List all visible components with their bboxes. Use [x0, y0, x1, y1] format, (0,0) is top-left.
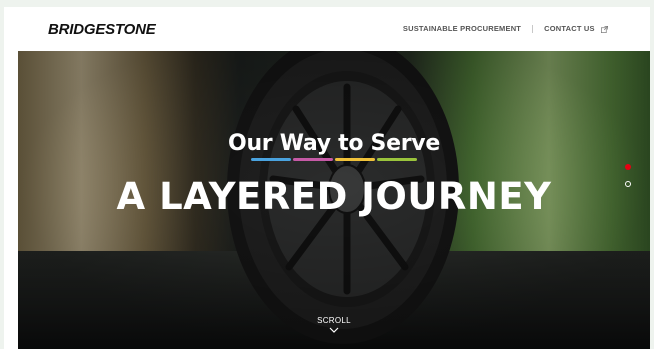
nav-divider	[532, 24, 534, 33]
bridgestone-logo[interactable]: BRIDGESTONE	[48, 21, 156, 38]
nav-contact-us-label: CONTACT US	[544, 24, 595, 33]
tagline-text: Our Way to Serve	[228, 131, 440, 156]
chevron-down-icon	[329, 327, 339, 333]
hero-section: Our Way to Serve A LAYERED JOURNEY SCROL…	[18, 51, 650, 349]
nav-contact-us[interactable]: CONTACT US	[544, 24, 608, 33]
hero-headline: A LAYERED JOURNEY	[116, 175, 552, 218]
slide-dot-2[interactable]	[625, 181, 631, 187]
scroll-indicator[interactable]: SCROLL	[18, 316, 650, 333]
tagline-bar-green	[377, 158, 417, 161]
page: BRIDGESTONE SUSTAINABLE PROCUREMENT CONT…	[4, 7, 650, 349]
tagline-bar-magenta	[293, 158, 333, 161]
external-link-icon	[601, 25, 608, 33]
tagline-bar-yellow	[335, 158, 375, 161]
site-header: BRIDGESTONE SUSTAINABLE PROCUREMENT CONT…	[4, 7, 650, 51]
nav-sustainable-procurement[interactable]: SUSTAINABLE PROCUREMENT	[403, 24, 521, 33]
scroll-label: SCROLL	[317, 316, 351, 325]
hero-tagline: Our Way to Serve	[18, 131, 650, 161]
tagline-bar-blue	[251, 158, 291, 161]
top-nav: SUSTAINABLE PROCUREMENT CONTACT US	[403, 24, 608, 33]
tagline-color-bars	[18, 158, 650, 161]
slide-pagination	[625, 164, 631, 198]
slide-dot-1[interactable]	[625, 164, 631, 170]
